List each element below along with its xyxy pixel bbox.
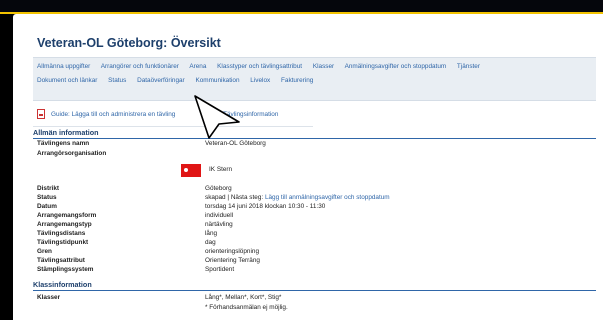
info-label: Arrangemangstyp bbox=[37, 221, 92, 228]
club-flag-icon bbox=[181, 164, 201, 177]
nav-item[interactable]: Kommunikation bbox=[195, 77, 239, 84]
info-label: Datum bbox=[37, 203, 57, 210]
nav-item[interactable]: Status bbox=[108, 77, 126, 84]
nav-item[interactable]: Klasstyper och tävlingsattribut bbox=[217, 63, 302, 70]
info-value: Orientering Terräng bbox=[205, 257, 260, 264]
info-label: Arrangemangsform bbox=[37, 212, 97, 219]
nav-item[interactable]: Dataöverföringar bbox=[137, 77, 185, 84]
info-row: Stämplingssystem Sportident bbox=[37, 266, 577, 274]
info-row: Klasser Lång*, Mellan*, Kort*, Stig* bbox=[37, 294, 577, 302]
nav-item[interactable]: Arrangörer och funktionärer bbox=[101, 63, 179, 70]
page-title: Veteran-OL Göteborg: Översikt bbox=[37, 36, 221, 50]
info-row: Tävlingstidpunkt dag bbox=[37, 239, 577, 247]
nav-menu: Allmänna uppgifter Arrangörer och funkti… bbox=[33, 57, 596, 101]
info-label: Tävlingsattribut bbox=[37, 257, 85, 264]
info-value: dag bbox=[205, 239, 216, 246]
info-value: skapad | Nästa steg: Lägg till anmälning… bbox=[205, 194, 390, 201]
nav-item[interactable]: Anmälningsavgifter och stoppdatum bbox=[345, 63, 447, 70]
nav-row-2: Dokument och länkar Status Dataöverförin… bbox=[37, 77, 322, 84]
info-label: Distrikt bbox=[37, 185, 60, 192]
nav-item[interactable]: Fakturering bbox=[281, 77, 313, 84]
top-bar bbox=[0, 0, 603, 14]
section-heading-class: Klassinformation bbox=[33, 280, 596, 291]
nav-item[interactable]: Allmänna uppgifter bbox=[37, 63, 90, 70]
info-row: Tävlingsdistans lång bbox=[37, 230, 577, 238]
pdf-icon bbox=[37, 109, 45, 119]
info-value: Lång*, Mellan*, Kort*, Stig* bbox=[205, 294, 282, 301]
info-value: torsdag 14 juni 2018 klockan 10:30 - 11:… bbox=[205, 203, 326, 210]
info-row: Status skapad | Nästa steg: Lägg till an… bbox=[37, 194, 577, 202]
info-row: Arrangemangstyp närtävling bbox=[37, 221, 577, 229]
info-label: Tävlingstidpunkt bbox=[37, 239, 89, 246]
info-value: orienteringslöpning bbox=[205, 248, 260, 255]
info-label: Gren bbox=[37, 248, 52, 255]
info-label: Klasser bbox=[37, 294, 61, 301]
info-value: Sportident bbox=[205, 266, 235, 273]
info-row: Tävlingens namn Veteran-OL Göteborg bbox=[37, 140, 577, 148]
info-row: Datum torsdag 14 juni 2018 klockan 10:30… bbox=[37, 203, 577, 211]
info-label: Status bbox=[37, 194, 57, 201]
nav-item[interactable]: Dokument och länkar bbox=[37, 77, 97, 84]
info-row: Arrangörsorganisation bbox=[37, 150, 577, 158]
org-name: IK Stern bbox=[209, 166, 233, 173]
nav-item[interactable]: Klasser bbox=[313, 63, 334, 70]
info-label: Tävlingens namn bbox=[37, 140, 90, 147]
nav-item[interactable]: Arena bbox=[189, 63, 206, 70]
class-footnote: * Förhandsanmälan ej möjlig. bbox=[205, 304, 288, 311]
info-row: Tävlingsattribut Orientering Terräng bbox=[37, 257, 577, 265]
info-value: närtävling bbox=[205, 221, 233, 228]
info-value: Veteran-OL Göteborg bbox=[205, 140, 266, 147]
info-row: Distrikt Göteborg bbox=[37, 185, 577, 193]
info-row: Gren orienteringslöpning bbox=[37, 248, 577, 256]
nav-row-1: Allmänna uppgifter Arrangörer och funkti… bbox=[37, 63, 489, 70]
info-label: Stämplingssystem bbox=[37, 266, 94, 273]
info-label: Tävlingsdistans bbox=[37, 230, 86, 237]
nav-item[interactable]: Livelox bbox=[250, 77, 270, 84]
section-heading-general: Allmän information bbox=[33, 128, 596, 139]
info-value: lång bbox=[205, 230, 218, 237]
info-value: individuell bbox=[205, 212, 234, 219]
info-label: Arrangörsorganisation bbox=[37, 150, 107, 157]
info-row: Arrangemangsform individuell bbox=[37, 212, 577, 220]
status-next-step-link[interactable]: Lägg till anmälningsavgifter och stoppda… bbox=[265, 194, 390, 201]
info-value: Göteborg bbox=[205, 185, 232, 192]
guide-link-box: Guide: Lägga till och administrera en tä… bbox=[33, 104, 313, 127]
info-row: * Förhandsanmälan ej möjlig. bbox=[37, 304, 577, 312]
page-container: Veteran-OL Göteborg: Översikt Allmänna u… bbox=[13, 14, 603, 320]
nav-item[interactable]: Tjänster bbox=[457, 63, 480, 70]
mouse-cursor-icon bbox=[194, 95, 240, 139]
guide-link[interactable]: Guide: Lägga till och administrera en tä… bbox=[51, 111, 175, 118]
status-text: skapad | Nästa steg: bbox=[205, 194, 264, 201]
